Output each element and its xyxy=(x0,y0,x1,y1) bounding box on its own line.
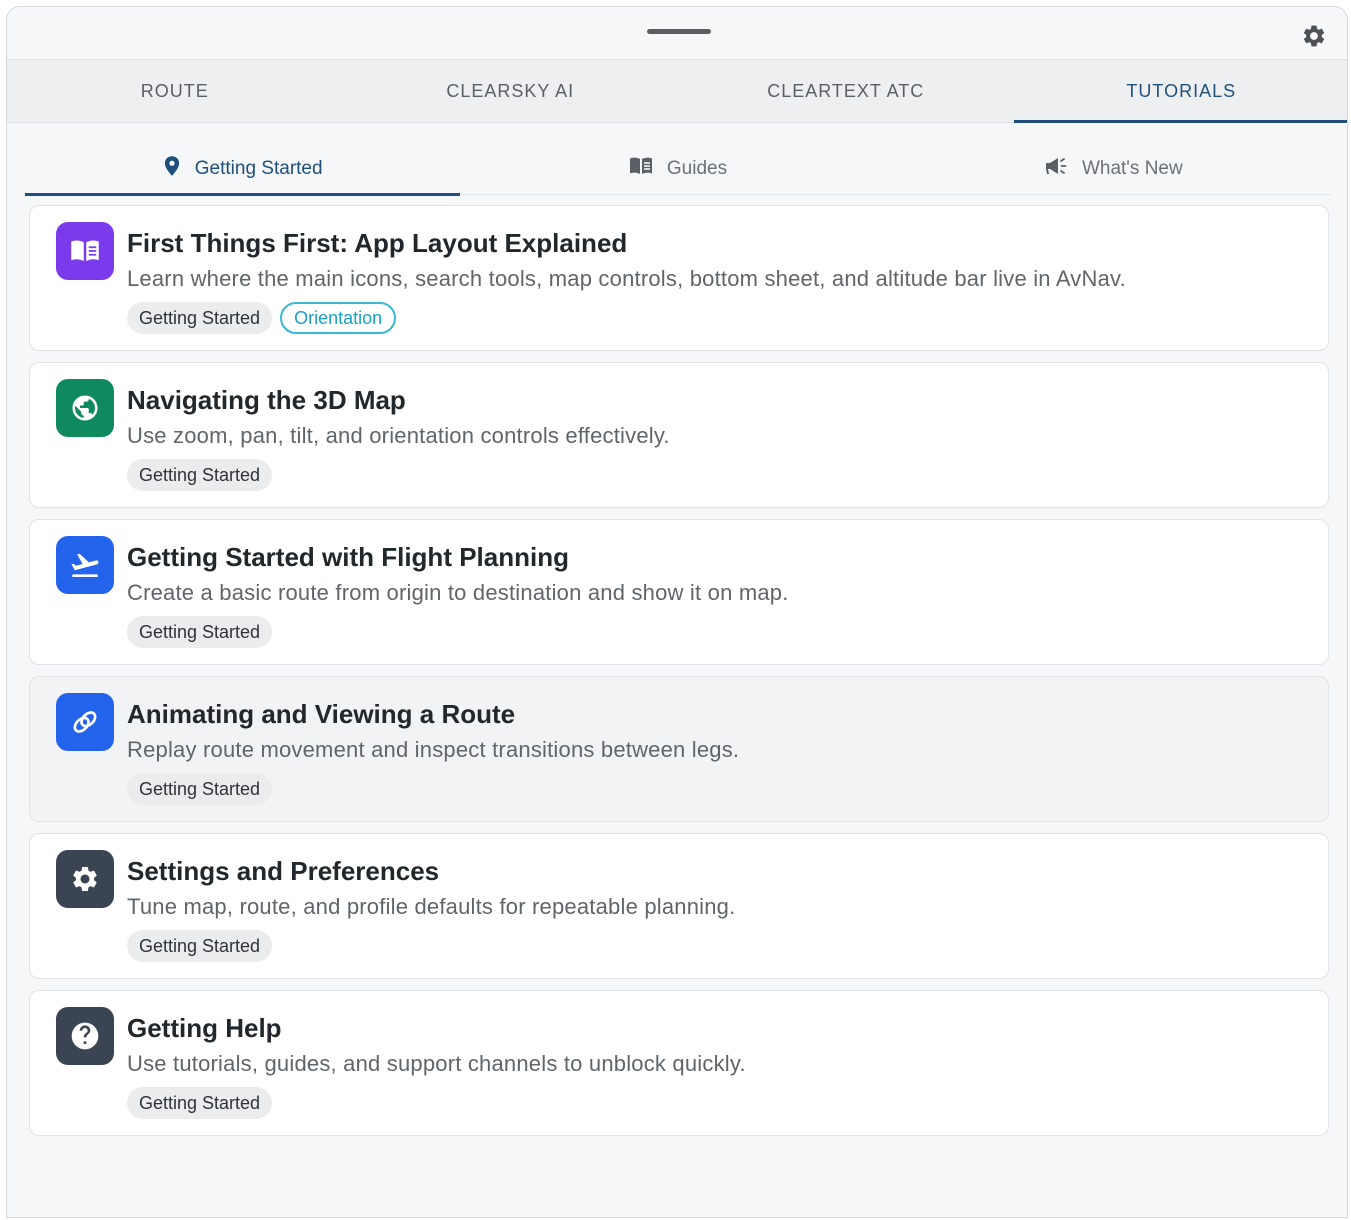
tutorial-card-app-layout[interactable]: First Things First: App Layout Explained… xyxy=(29,205,1329,351)
tag-getting-started: Getting Started xyxy=(127,930,273,962)
settings-button[interactable] xyxy=(1297,21,1331,55)
card-tags: Getting Started xyxy=(127,616,273,648)
gear-icon xyxy=(1301,23,1327,54)
card-title: Navigating the 3D Map xyxy=(127,385,406,415)
tutorial-list: First Things First: App Layout Explained… xyxy=(29,205,1329,1147)
tab-getting-started-label: Getting Started xyxy=(194,157,323,179)
card-description: Replay route movement and inspect transi… xyxy=(127,737,740,762)
help-circle-icon xyxy=(56,1007,114,1065)
card-title: Settings and Preferences xyxy=(127,856,440,886)
tab-whats-new[interactable]: What's New xyxy=(896,143,1331,194)
card-title: First Things First: App Layout Explained xyxy=(127,228,628,258)
card-tags: Getting Started Orientation xyxy=(127,302,397,334)
gear-icon xyxy=(56,850,114,908)
card-tags: Getting Started xyxy=(127,930,273,962)
tab-guides-label: Guides xyxy=(666,157,728,179)
megaphone-icon xyxy=(1044,156,1068,182)
tag-getting-started: Getting Started xyxy=(127,616,273,648)
card-title: Animating and Viewing a Route xyxy=(127,699,516,729)
globe-icon xyxy=(56,379,114,437)
card-description: Use zoom, pan, tilt, and orientation con… xyxy=(127,423,670,448)
tab-clearsky-ai[interactable]: CLEARSKY AI xyxy=(343,60,679,122)
open-book-icon xyxy=(629,156,653,182)
book-icon xyxy=(56,222,114,280)
tag-getting-started: Getting Started xyxy=(127,459,273,491)
tab-whats-new-label: What's New xyxy=(1081,157,1183,179)
top-tab-bar: ROUTE CLEARSKY AI CLEARTEXT ATC TUTORIAL… xyxy=(7,59,1347,123)
tag-getting-started: Getting Started xyxy=(127,302,273,334)
drag-handle[interactable] xyxy=(647,29,711,34)
tutorial-card-flight-planning[interactable]: Getting Started with Flight Planning Cre… xyxy=(29,519,1329,665)
tab-getting-started[interactable]: Getting Started xyxy=(25,143,461,196)
card-title: Getting Help xyxy=(127,1013,282,1043)
tutorial-category-tabs: Getting Started Guides What's New xyxy=(25,143,1331,196)
card-description: Learn where the main icons, search tools… xyxy=(127,266,1126,291)
tag-getting-started: Getting Started xyxy=(127,773,273,805)
tutorial-card-animating-route[interactable]: Animating and Viewing a Route Replay rou… xyxy=(29,676,1329,822)
card-tags: Getting Started xyxy=(127,773,273,805)
tab-tutorials[interactable]: TUTORIALS xyxy=(1013,60,1347,123)
card-description: Tune map, route, and profile defaults fo… xyxy=(127,894,736,919)
map-pin-icon xyxy=(163,155,181,183)
tab-cleartext-atc[interactable]: CLEARTEXT ATC xyxy=(678,60,1014,122)
tutorial-card-getting-help[interactable]: Getting Help Use tutorials, guides, and … xyxy=(29,990,1329,1136)
card-title: Getting Started with Flight Planning xyxy=(127,542,569,572)
tutorial-card-3d-map[interactable]: Navigating the 3D Map Use zoom, pan, til… xyxy=(29,362,1329,508)
tab-route[interactable]: ROUTE xyxy=(7,60,343,122)
airplane-takeoff-icon xyxy=(56,536,114,594)
card-description: Use tutorials, guides, and support chann… xyxy=(127,1051,746,1076)
card-tags: Getting Started xyxy=(127,1087,273,1119)
tag-orientation: Orientation xyxy=(280,302,397,334)
card-description: Create a basic route from origin to dest… xyxy=(127,580,789,605)
tab-guides[interactable]: Guides xyxy=(460,143,895,194)
route-rings-icon xyxy=(56,693,114,751)
tutorials-sheet: ROUTE CLEARSKY AI CLEARTEXT ATC TUTORIAL… xyxy=(6,6,1348,1218)
tag-getting-started: Getting Started xyxy=(127,1087,273,1119)
card-tags: Getting Started xyxy=(127,459,273,491)
tutorial-card-settings[interactable]: Settings and Preferences Tune map, route… xyxy=(29,833,1329,979)
